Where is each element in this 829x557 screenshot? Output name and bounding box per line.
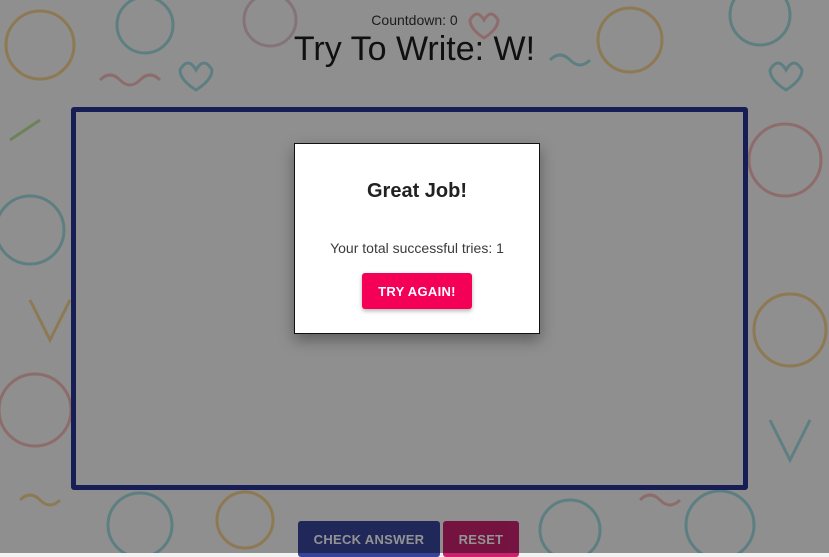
dialog-message: Your total successful tries: 1 bbox=[330, 240, 504, 256]
success-dialog: Great Job! Your total successful tries: … bbox=[294, 143, 540, 334]
dialog-title: Great Job! bbox=[366, 180, 468, 202]
try-again-button[interactable]: TRY AGAIN! bbox=[362, 273, 472, 309]
